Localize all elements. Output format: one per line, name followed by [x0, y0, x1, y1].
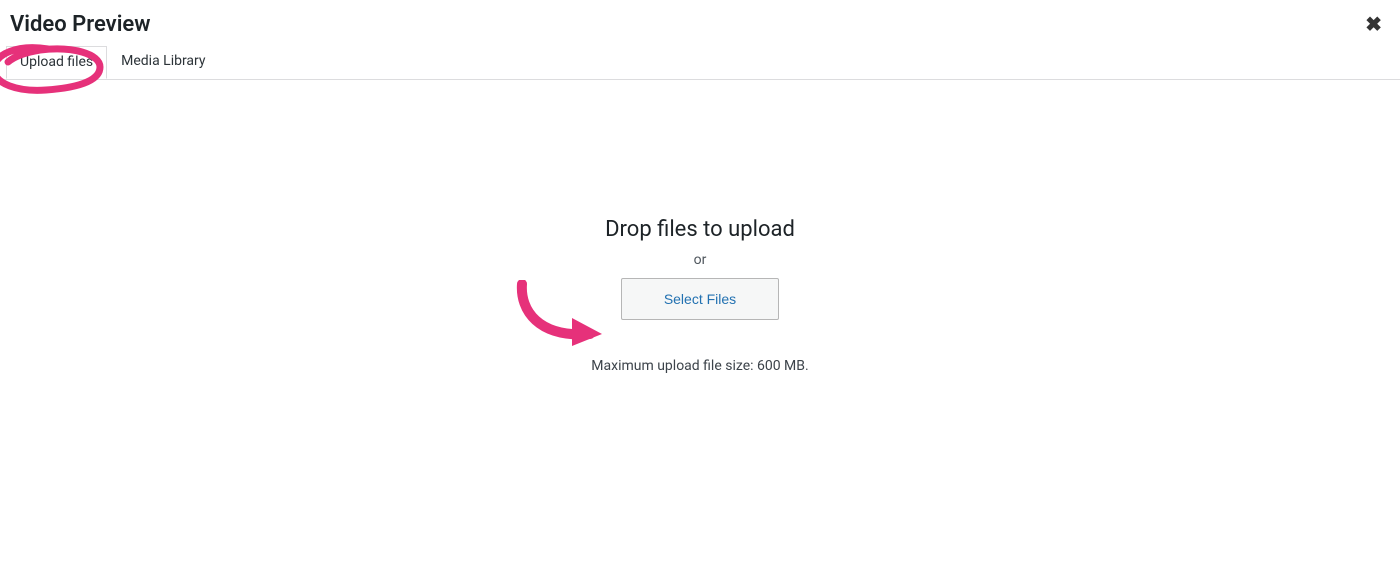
drop-files-heading: Drop files to upload: [605, 217, 795, 242]
tabs-row: Upload files Media Library: [0, 45, 1400, 80]
close-icon[interactable]: ✖: [1357, 12, 1390, 36]
tab-media-library[interactable]: Media Library: [107, 46, 219, 78]
modal-title: Video Preview: [10, 12, 151, 37]
tab-upload-files[interactable]: Upload files: [6, 46, 107, 80]
max-upload-size-label: Maximum upload file size: 600 MB.: [591, 358, 808, 374]
select-files-button[interactable]: Select Files: [621, 278, 779, 320]
or-label: or: [694, 252, 707, 268]
modal-header: Video Preview ✖: [0, 0, 1400, 45]
upload-panel: Drop files to upload or Select Files Max…: [0, 80, 1400, 510]
